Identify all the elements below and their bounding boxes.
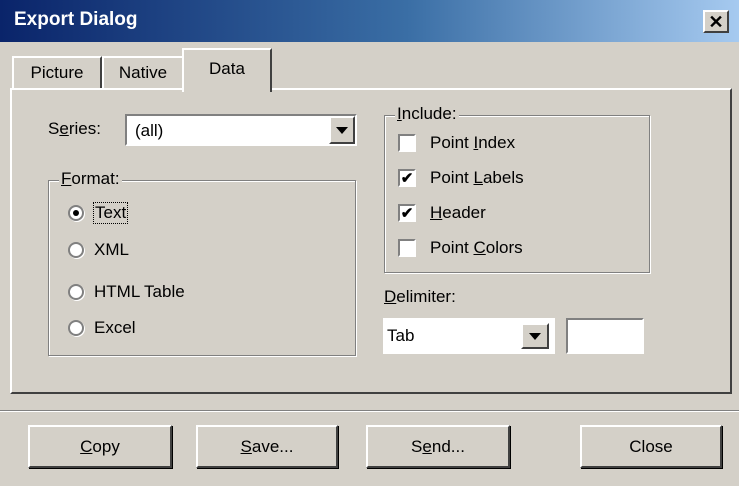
series-value: (all) — [135, 121, 164, 140]
delimiter-value: Tab — [387, 326, 415, 345]
include-point-colors-checkbox[interactable]: Point Colors — [398, 238, 523, 258]
save-button[interactable]: Save... — [196, 425, 338, 468]
delimiter-dropdown[interactable]: Tab — [383, 318, 555, 354]
tab-native[interactable]: Native — [102, 56, 184, 88]
include-group-title: Include: — [395, 104, 459, 124]
copy-button[interactable]: Copy — [28, 425, 172, 468]
include-point-labels-label: Point Labels — [430, 168, 524, 187]
include-point-colors-label: Point Colors — [430, 238, 523, 257]
format-radio-html-table[interactable]: HTML Table — [68, 282, 185, 302]
close-button[interactable]: Close — [580, 425, 722, 468]
include-header-checkbox[interactable]: ✔ Header — [398, 203, 486, 223]
send-button-label: Send... — [411, 436, 465, 456]
radio-icon — [68, 284, 84, 300]
divider — [0, 410, 739, 412]
radio-icon — [68, 242, 84, 258]
radio-selected-icon — [68, 205, 84, 221]
radio-icon — [68, 320, 84, 336]
save-button-label: Save... — [240, 436, 294, 456]
chevron-down-icon — [336, 126, 348, 134]
delimiter-label: Delimiter: — [384, 287, 456, 306]
checkbox-unchecked-icon — [398, 134, 416, 152]
custom-delimiter-input[interactable] — [566, 318, 644, 354]
send-button[interactable]: Send... — [366, 425, 510, 468]
include-point-index-checkbox[interactable]: Point Index — [398, 133, 515, 153]
format-radio-excel[interactable]: Excel — [68, 318, 136, 338]
series-label: Series: — [48, 119, 101, 138]
checkbox-unchecked-icon — [398, 239, 416, 257]
format-radio-excel-label: Excel — [94, 318, 136, 337]
copy-button-label: Copy — [80, 436, 120, 456]
tab-data-label: Data — [209, 59, 245, 78]
chevron-down-icon — [529, 332, 541, 340]
tab-data[interactable]: Data — [182, 48, 272, 92]
tab-native-label: Native — [118, 63, 168, 82]
format-radio-xml-label: XML — [94, 240, 129, 259]
checkmark-icon: ✔ — [398, 204, 416, 222]
title-bar: Export Dialog ✕ — [0, 0, 739, 42]
close-window-button[interactable]: ✕ — [703, 10, 729, 33]
close-button-label: Close — [629, 436, 673, 456]
delimiter-dropdown-button[interactable] — [521, 323, 549, 349]
tab-picture[interactable]: Picture — [12, 56, 102, 88]
format-group-title: Format: — [59, 169, 122, 189]
format-radio-text-label: Text — [92, 202, 129, 224]
include-point-labels-checkbox[interactable]: ✔ Point Labels — [398, 168, 524, 188]
series-dropdown-button[interactable] — [329, 116, 355, 144]
include-point-index-label: Point Index — [430, 133, 516, 152]
format-radio-html-label: HTML Table — [94, 282, 185, 301]
tab-picture-label: Picture — [30, 63, 84, 82]
series-dropdown[interactable]: (all) — [125, 114, 357, 146]
format-radio-xml[interactable]: XML — [68, 240, 129, 260]
format-radio-text[interactable]: Text — [68, 202, 129, 224]
window-title: Export Dialog — [14, 9, 138, 30]
checkmark-icon: ✔ — [398, 169, 416, 187]
close-icon: ✕ — [708, 11, 724, 32]
include-header-label: Header — [430, 203, 486, 222]
